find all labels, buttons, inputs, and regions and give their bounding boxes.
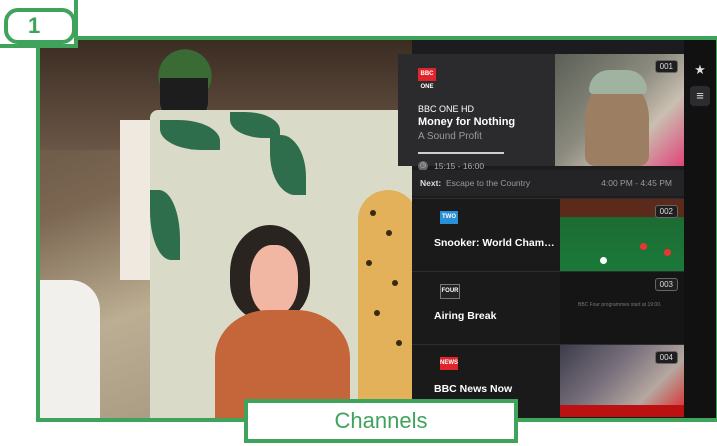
channel-programme-title: BBC News Now xyxy=(434,383,513,395)
current-programme-title: Money for Nothing xyxy=(418,116,516,128)
next-programme-time: 4:00 PM - 4:45 PM xyxy=(601,178,672,188)
channel-thumbnail: 004 xyxy=(560,345,684,417)
channel-thumbnail: BBC Four programmes start at 19:00. 003 xyxy=(560,272,684,344)
live-video-preview xyxy=(40,40,412,418)
next-programme-title: Escape to the Country xyxy=(446,178,531,188)
step-badge: 1 xyxy=(0,0,78,48)
channel-row[interactable]: TWO Snooker: World Champio... 002 xyxy=(412,198,684,271)
current-channel-name: BBC ONE HD xyxy=(418,104,475,114)
bbc-one-logo: BBC ONE xyxy=(418,68,436,90)
guide-side-rail: ★ ≡ xyxy=(684,40,716,418)
thumbnail-caption: BBC Four programmes start at 19:00. xyxy=(578,302,662,308)
channel-number: 001 xyxy=(654,60,678,73)
bbc-four-logo: FOUR xyxy=(440,284,460,299)
channel-number: 003 xyxy=(654,278,678,291)
channel-programme-title: Airing Break xyxy=(434,310,497,322)
channel-row[interactable]: FOUR Airing Break BBC Four programmes st… xyxy=(412,271,684,344)
channel-number: 002 xyxy=(654,205,678,218)
bbc-news-logo: NEWS xyxy=(440,357,458,370)
programme-progress-bar xyxy=(418,152,504,154)
next-label: Next: xyxy=(420,178,442,188)
channel-programme-title: Snooker: World Champio... xyxy=(434,237,558,249)
channel-number: 004 xyxy=(654,351,678,364)
bbc-two-logo: TWO xyxy=(440,211,458,224)
step-number: 1 xyxy=(4,8,76,44)
channel-guide-panel: BBC ONE BBC ONE HD Money for Nothing A S… xyxy=(398,40,684,418)
next-programme-bar: Next: Escape to the Country 4:00 PM - 4:… xyxy=(412,170,684,196)
star-icon[interactable]: ★ xyxy=(690,60,710,80)
current-channel-card[interactable]: BBC ONE BBC ONE HD Money for Nothing A S… xyxy=(398,54,684,171)
current-programme-subtitle: A Sound Profit xyxy=(418,131,482,142)
current-channel-thumbnail: 001 xyxy=(555,54,684,166)
caption-label: Channels xyxy=(244,399,518,443)
channel-thumbnail: 002 xyxy=(560,199,684,271)
guide-list-icon[interactable]: ≡ xyxy=(690,86,710,106)
tv-screen: BBC ONE BBC ONE HD Money for Nothing A S… xyxy=(36,36,717,422)
